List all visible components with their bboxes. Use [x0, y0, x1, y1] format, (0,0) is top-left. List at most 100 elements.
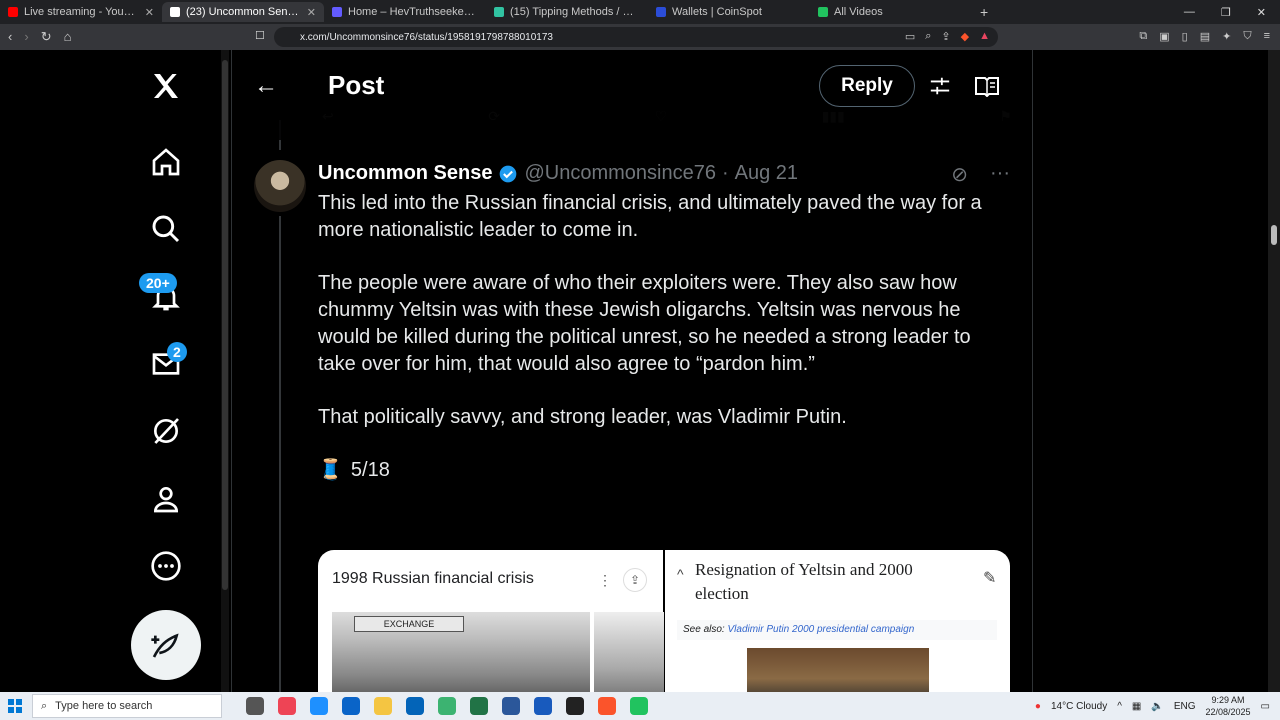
url-field[interactable]: x.com/Uncommonsince76/status/19581917987… [274, 27, 998, 47]
menu-icon[interactable]: ≡ [1264, 30, 1270, 43]
page-scrollbar[interactable] [1268, 50, 1280, 692]
card-title: 1998 Russian financial crisis [332, 570, 534, 587]
author-name[interactable]: Uncommon Sense [318, 162, 492, 185]
crisis-photo: EXCHANGE [332, 612, 590, 692]
weather-icon: ● [1034, 700, 1041, 712]
brave-shield-icon[interactable]: ◆ [961, 30, 969, 43]
grok-explain-icon[interactable]: ⊘ [951, 162, 968, 187]
grok-nav-icon[interactable] [146, 411, 186, 451]
notification-center-icon[interactable]: ▭ [1261, 701, 1270, 712]
x-logo-icon [170, 7, 180, 17]
window-controls: — ❐ ✕ [1184, 6, 1280, 19]
reader-mode-icon[interactable] [974, 75, 1000, 102]
share-icon: ⇪ [623, 568, 647, 592]
store-icon[interactable] [342, 697, 360, 715]
compose-post-button[interactable] [131, 610, 201, 680]
x-app: 20+ 2 ↩ ⟳ ♡ ▮▮▮ ⚑ ← Post Reply [0, 50, 1280, 692]
meta-separator: · [721, 162, 729, 184]
cast-icon[interactable]: ▭ [905, 30, 915, 43]
close-window-icon[interactable]: ✕ [1257, 6, 1266, 19]
home-nav-icon[interactable] [146, 142, 186, 182]
post-date[interactable]: Aug 21 [735, 162, 798, 185]
home-icon[interactable]: ⌂ [64, 29, 72, 45]
page-title: Post [328, 70, 385, 100]
language-indicator[interactable]: ENG [1174, 701, 1196, 712]
close-tab-icon[interactable]: ✕ [145, 6, 154, 19]
sidebar-icon[interactable]: ▯ [1182, 30, 1188, 43]
kebab-menu-icon: ⋮ [598, 572, 612, 588]
brave-icon[interactable] [598, 697, 616, 715]
chrome-icon[interactable] [438, 697, 456, 715]
vpn-icon[interactable]: ⛉ [1243, 30, 1251, 43]
back-icon[interactable]: ‹ [8, 29, 12, 45]
profile-nav-icon[interactable] [146, 479, 186, 519]
media-image-financial-crisis[interactable]: 1998 Russian financial crisis ⋮ ⇪ EXCHAN… [318, 550, 664, 692]
bookmark-icon[interactable]: ☐ [255, 29, 265, 42]
copilot-icon[interactable] [278, 697, 296, 715]
weather-text[interactable]: 14°C Cloudy [1051, 701, 1107, 712]
taskbar-search[interactable]: ⌕ Type here to search [32, 694, 222, 718]
volume-icon[interactable]: 🔈 [1151, 701, 1163, 712]
author-handle[interactable]: @Uncommonsince76 [524, 162, 716, 185]
nav-buttons: ‹ › ↻ ⌂ [0, 29, 250, 45]
search-nav-icon[interactable] [146, 209, 186, 249]
media-grid[interactable]: 1998 Russian financial crisis ⋮ ⇪ EXCHAN… [318, 550, 1010, 692]
browser-tab[interactable]: Wallets | CoinSpot [648, 2, 810, 22]
close-tab-icon[interactable]: ✕ [307, 6, 316, 19]
restore-icon[interactable]: ❐ [1221, 6, 1231, 19]
see-also-note: See also: Vladimir Putin 2000 presidenti… [677, 620, 997, 640]
rewards-icon[interactable]: ▲ [979, 30, 990, 43]
app-icon[interactable] [502, 697, 520, 715]
wallet-icon[interactable]: ▤ [1200, 30, 1210, 43]
word-icon[interactable] [534, 697, 552, 715]
windows-start-icon[interactable] [4, 695, 26, 717]
thread-connector [279, 216, 281, 692]
tab-manager-icon[interactable]: ▣ [1159, 30, 1169, 43]
reload-icon[interactable]: ↻ [41, 29, 52, 45]
edit-pencil-icon: ✎ [983, 570, 997, 587]
youtube-icon [8, 7, 18, 17]
browser-tab[interactable]: Live streaming - YouTube Studio✕ [0, 2, 162, 22]
reply-button[interactable]: Reply [819, 65, 915, 107]
x-logo-icon[interactable] [146, 66, 186, 106]
extension-icons: ⧉ ▣ ▯ ▤ ✦ ⛉ ≡ [1139, 30, 1270, 43]
share-icon[interactable]: ⇪ [941, 30, 950, 43]
nav-scrollbar[interactable] [221, 50, 229, 692]
excel-icon[interactable] [470, 697, 488, 715]
thread-spool-icon: 🧵 [318, 459, 343, 481]
search-icon: ⌕ [41, 699, 48, 712]
clock[interactable]: 9:29 AM 22/08/2025 [1206, 694, 1251, 718]
obs-icon[interactable] [566, 697, 584, 715]
network-icon[interactable]: ▦ [1132, 701, 1141, 712]
browser-tab[interactable]: (15) Tipping Methods / Streamlabs [486, 2, 648, 22]
task-view-icon[interactable] [246, 697, 264, 715]
extensions-icon[interactable]: ⧉ [1139, 30, 1147, 43]
tray-overflow-icon[interactable]: ^ [1117, 701, 1122, 712]
more-options-icon[interactable]: ··· [990, 162, 1010, 187]
see-also-link: Vladimir Putin 2000 presidential campaig… [727, 624, 915, 635]
rumble-icon[interactable] [630, 697, 648, 715]
yeltsin-putin-photo [747, 648, 929, 692]
new-tab-icon[interactable]: + [972, 4, 996, 20]
browser-tab[interactable]: Home – HevTruthseeker – Stripe [324, 2, 486, 22]
messages-badge: 2 [167, 342, 187, 362]
edge-icon[interactable] [310, 697, 328, 715]
minimize-icon[interactable]: — [1184, 6, 1195, 19]
leo-icon[interactable]: ✦ [1222, 30, 1231, 43]
back-arrow-icon[interactable]: ← [254, 72, 278, 100]
tweet-top-icons: ⊘ ··· [951, 162, 1010, 187]
forward-icon[interactable]: › [24, 29, 28, 45]
outlook-icon[interactable] [406, 697, 424, 715]
more-nav-icon[interactable] [146, 546, 186, 586]
avatar[interactable] [254, 160, 306, 212]
file-explorer-icon[interactable] [374, 697, 392, 715]
scrollbar-thumb[interactable] [222, 60, 228, 590]
left-navigation: 20+ 2 [130, 50, 210, 692]
tweet-paragraph: That politically savvy, and strong leade… [318, 406, 847, 428]
browser-tab-active[interactable]: (23) Uncommon Sense on X: "W✕ [162, 2, 324, 22]
scrollbar-thumb[interactable] [1271, 225, 1277, 245]
browser-tab[interactable]: All Videos [810, 2, 972, 22]
zoom-icon[interactable]: ⌕ [925, 30, 931, 43]
filter-settings-icon[interactable] [929, 75, 951, 102]
media-image-yeltsin-resignation[interactable]: ^ Resignation of Yeltsin and 2000 electi… [665, 550, 1010, 692]
